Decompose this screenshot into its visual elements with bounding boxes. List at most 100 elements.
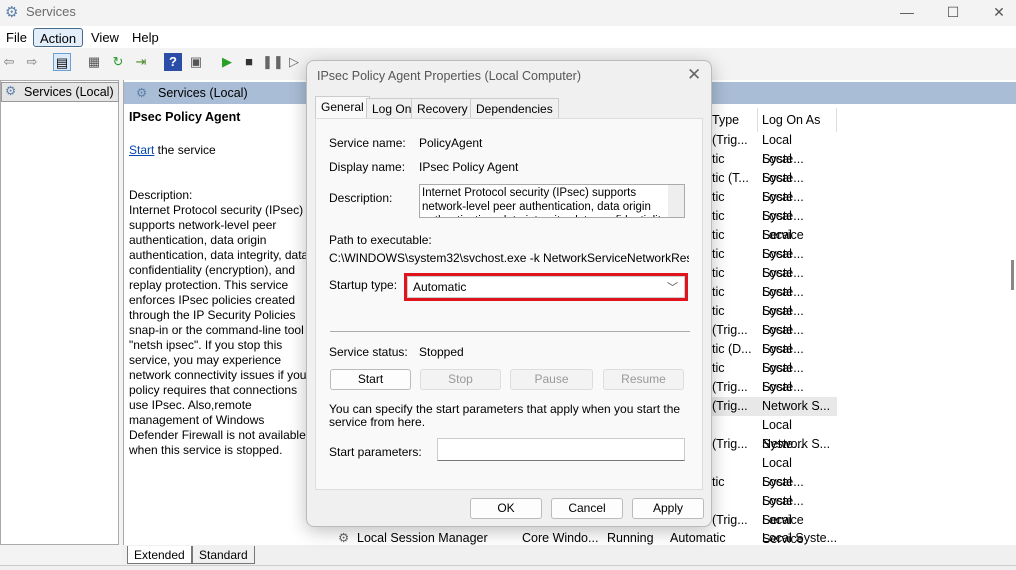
service-name-label: Service name: xyxy=(329,136,406,150)
window-title: Services xyxy=(26,4,76,19)
menu-file[interactable]: File xyxy=(0,28,33,47)
apply-button[interactable]: Apply xyxy=(632,498,704,519)
service-name-value: PolicyAgent xyxy=(419,136,483,150)
table-row[interactable]: tic Local Syste... xyxy=(710,264,837,299)
start-params-label: Start parameters: xyxy=(329,445,422,459)
service-startup-type: (Trig... xyxy=(712,513,748,527)
table-row[interactable]: tic Local Syste... xyxy=(710,283,837,318)
show-action-pane-icon[interactable]: ▣ xyxy=(187,53,205,71)
start-params-hint: You can specify the start parameters tha… xyxy=(329,402,681,429)
table-row[interactable]: tic Local Syste... xyxy=(710,302,837,337)
cancel-button[interactable]: Cancel xyxy=(551,498,623,519)
service-startup-type: tic xyxy=(712,247,725,261)
vertical-scrollbar[interactable] xyxy=(1011,260,1014,290)
display-name-value: IPsec Policy Agent xyxy=(419,160,519,174)
table-row[interactable]: (Trig...Local Syste... xyxy=(710,321,837,356)
service-status-label: Service status: xyxy=(329,345,408,359)
forward-icon[interactable]: ⇨ xyxy=(23,53,41,71)
description-text: Internet Protocol security (IPsec) suppo… xyxy=(129,203,311,457)
table-row[interactable]: tic Local Syste... xyxy=(710,245,837,280)
service-startup-type: tic (D... xyxy=(712,342,752,356)
start-params-input[interactable] xyxy=(437,438,685,461)
export-list-icon[interactable]: ⇥ xyxy=(132,53,150,71)
service-status-value: Stopped xyxy=(419,345,464,359)
table-row[interactable]: (Trig... Network S... xyxy=(710,397,837,416)
service-startup-type: tic xyxy=(712,190,725,204)
table-row[interactable]: Local Service xyxy=(710,492,837,527)
restart-icon[interactable]: ▷ xyxy=(285,53,303,71)
chevron-down-icon: ﹀ xyxy=(667,282,678,294)
ok-button[interactable]: OK xyxy=(470,498,542,519)
table-row[interactable]: tic Local Service xyxy=(710,207,837,242)
service-startup-type: tic xyxy=(712,285,725,299)
service-startup-type: tic xyxy=(712,228,725,242)
description-label: Description: xyxy=(129,188,193,202)
table-row[interactable]: tic Local Syste... xyxy=(710,188,837,223)
close-button[interactable]: ✕ xyxy=(976,0,1016,26)
table-row[interactable]: tic (D... Local Syste... xyxy=(710,340,837,375)
tree-item-services-local[interactable]: ⚙ Services (Local) xyxy=(1,82,119,102)
properties-icon[interactable]: ▦ xyxy=(85,53,103,71)
startup-type-select[interactable]: Automatic ﹀ xyxy=(407,276,685,298)
table-row[interactable]: tic (T... Local Syste... xyxy=(710,169,837,204)
stop-button[interactable]: Stop xyxy=(420,369,501,390)
minimize-button[interactable]: — xyxy=(884,0,930,26)
tab-general[interactable]: General xyxy=(315,96,370,119)
description-text: Internet Protocol security (IPsec) suppo… xyxy=(422,187,667,217)
service-logon: Network S... xyxy=(762,399,831,413)
description-scrollbar[interactable] xyxy=(668,185,684,217)
play-icon[interactable]: ▶ xyxy=(218,53,236,71)
startup-type-value: Automatic xyxy=(413,280,467,294)
resume-button[interactable]: Resume xyxy=(603,369,684,390)
menu-help[interactable]: Help xyxy=(126,28,165,47)
maximize-button[interactable]: ☐ xyxy=(930,0,976,26)
tab-recovery[interactable]: Recovery xyxy=(411,98,474,118)
column-startup-type[interactable]: Type xyxy=(710,108,758,132)
general-page: Service name: PolicyAgent Display name: … xyxy=(315,118,703,490)
pause-icon[interactable]: ❚❚ xyxy=(262,53,284,71)
table-row[interactable]: (Trig...Local Syste... xyxy=(710,378,837,413)
stop-icon[interactable]: ■ xyxy=(240,53,258,71)
table-row[interactable]: (Trig... Network S... xyxy=(710,435,837,454)
status-bar xyxy=(0,565,1016,570)
service-startup-type: tic xyxy=(712,304,725,318)
gear-icon: ⚙ xyxy=(5,84,17,98)
dialog-close-button[interactable]: ✕ xyxy=(687,65,701,85)
tab-standard[interactable]: Standard xyxy=(192,546,255,564)
service-logon: Network S... xyxy=(762,437,831,451)
table-row[interactable]: tic Local Syste... xyxy=(710,226,837,261)
description-textbox[interactable]: Internet Protocol security (IPsec) suppo… xyxy=(419,184,685,218)
back-icon[interactable]: ⇦ xyxy=(0,53,18,71)
description-label: Description: xyxy=(329,191,393,205)
pause-button[interactable]: Pause xyxy=(510,369,593,390)
path-label: Path to executable: xyxy=(329,233,432,247)
service-title: IPsec Policy Agent xyxy=(129,110,241,124)
column-log-on-as[interactable]: Log On As xyxy=(758,108,837,132)
start-button[interactable]: Start xyxy=(330,369,411,390)
refresh-icon[interactable]: ↻ xyxy=(109,53,127,71)
show-hide-console-tree-icon[interactable]: ▤ xyxy=(53,53,71,71)
start-service-link[interactable]: Start xyxy=(129,143,154,157)
table-row[interactable]: Local Syste... xyxy=(710,454,837,489)
table-row[interactable]: tic Local Syste... xyxy=(710,359,837,394)
table-row[interactable]: tic Local Syste... xyxy=(710,150,837,185)
table-row[interactable]: Local Syste... xyxy=(710,416,837,451)
table-row[interactable]: tic Local Syste... xyxy=(710,473,837,508)
help-icon[interactable]: ? xyxy=(164,53,182,71)
service-startup-type: tic xyxy=(712,266,725,280)
service-startup-type: tic xyxy=(712,152,725,166)
service-detail: IPsec Policy Agent Start the service Des… xyxy=(129,110,311,458)
tab-extended[interactable]: Extended xyxy=(127,546,192,564)
tab-log-on[interactable]: Log On xyxy=(366,98,418,118)
menu-view[interactable]: View xyxy=(85,28,125,47)
pane-header-title: Services (Local) xyxy=(158,86,248,100)
console-tree: ⚙ Services (Local) xyxy=(0,80,119,545)
service-startup-type: tic (T... xyxy=(712,171,749,185)
table-row[interactable]: (Trig...Local Syste... xyxy=(710,131,837,166)
tab-dependencies[interactable]: Dependencies xyxy=(470,98,559,118)
menu-bar: File Action View Help xyxy=(0,26,1016,48)
service-startup-type: (Trig... xyxy=(712,133,748,147)
menu-action[interactable]: Action xyxy=(33,28,84,47)
table-row[interactable]: (Trig... Local Service xyxy=(710,511,837,546)
gear-icon: ⚙ xyxy=(5,4,19,21)
